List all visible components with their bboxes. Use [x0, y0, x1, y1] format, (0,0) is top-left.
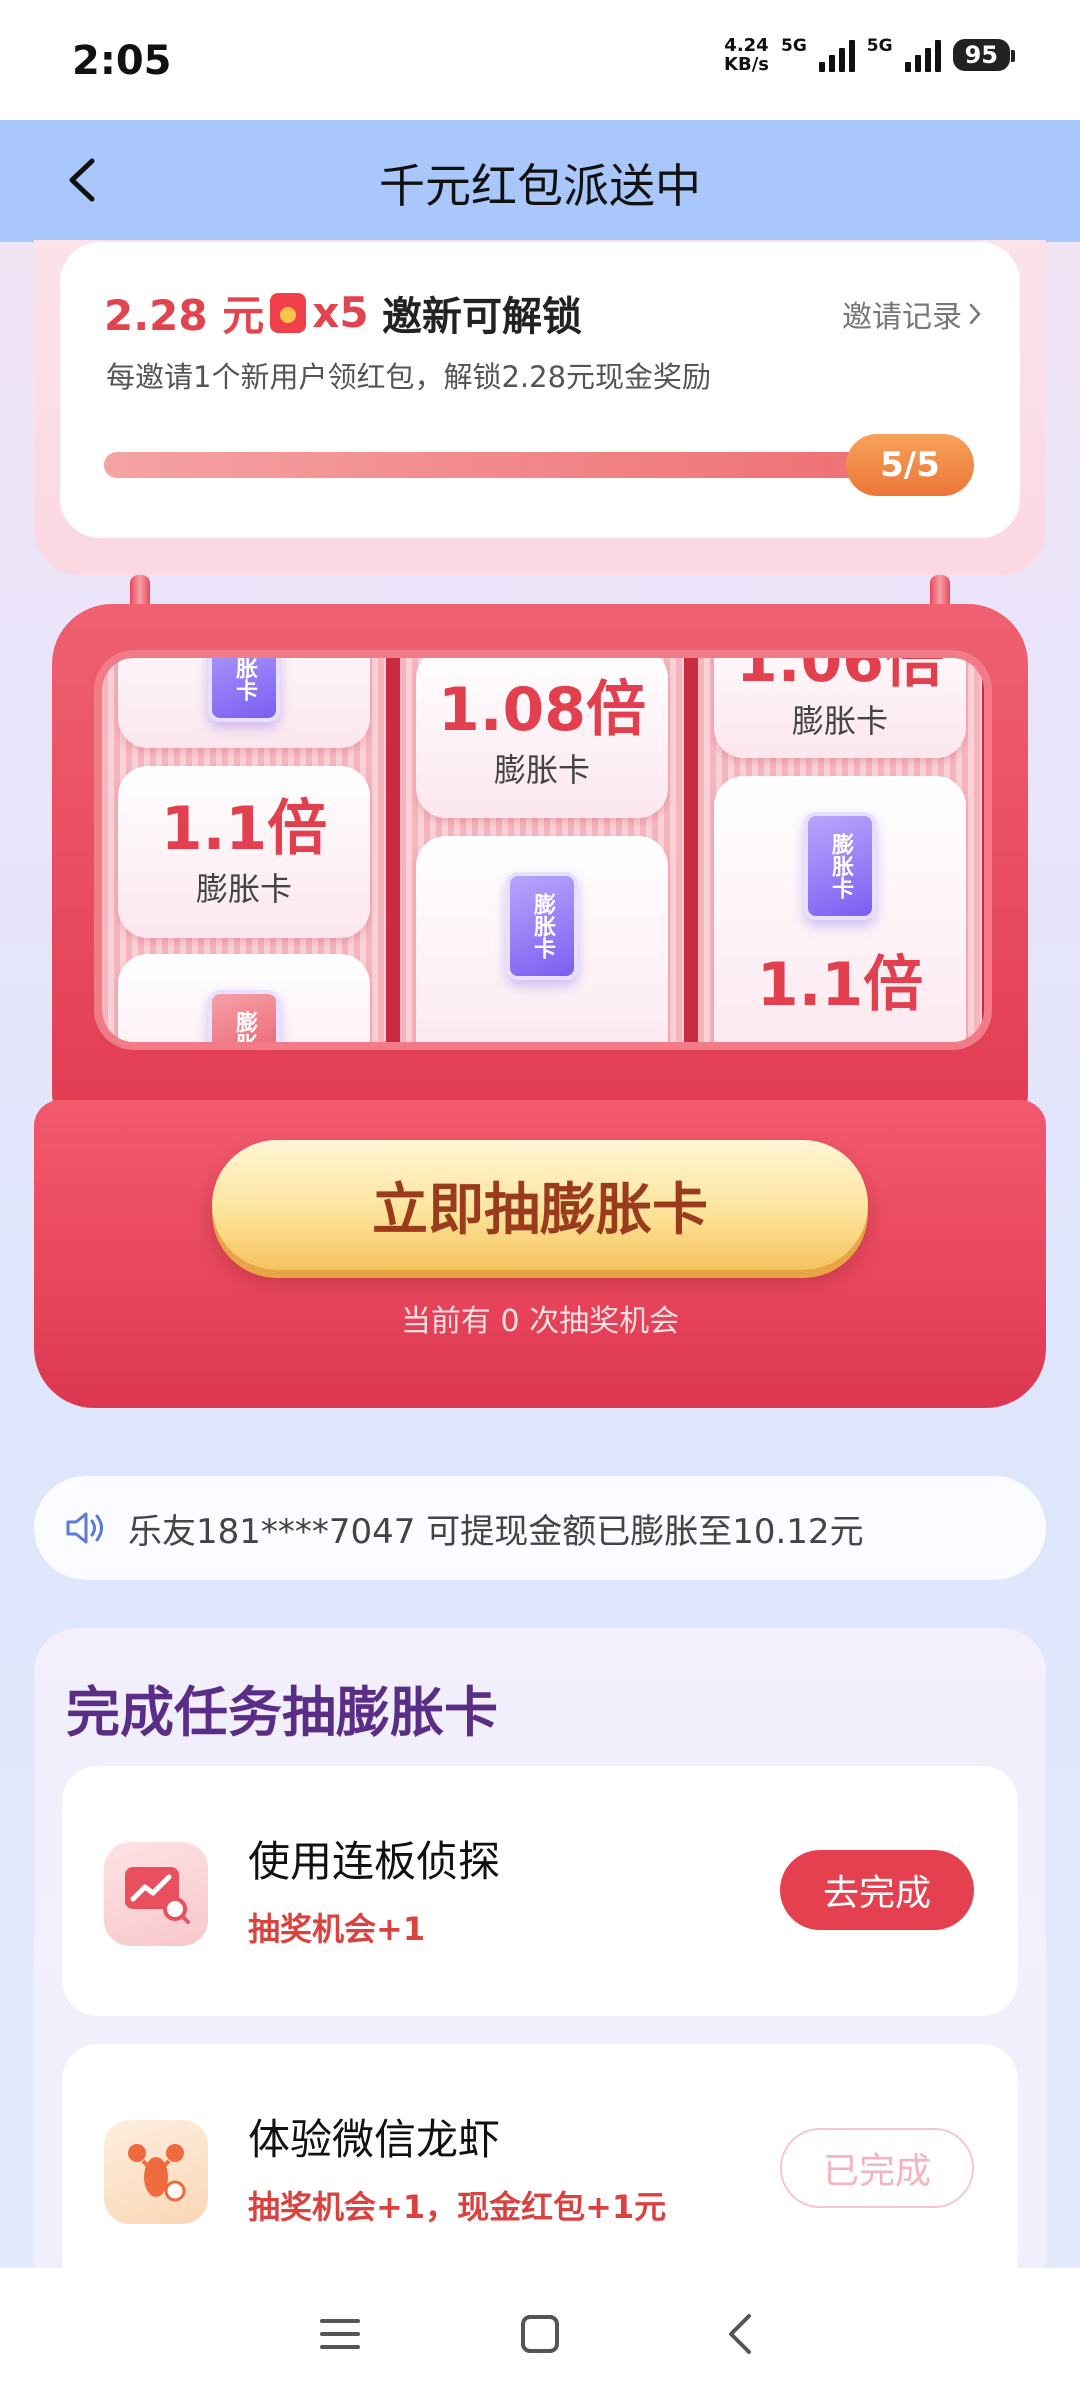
- reel-tile: 膨胀卡 1.1倍: [714, 776, 966, 1042]
- slot-reel-2: 1.08倍 膨胀卡 膨胀卡: [400, 658, 684, 1042]
- network-speed-unit: KB/s: [724, 54, 769, 75]
- system-nav-bar: [0, 2268, 1080, 2400]
- slot-machine-window: 膨胀卡 1.1倍 膨胀卡 膨胀卡 1.08倍 膨胀卡 膨胀卡 1.06倍 膨胀卡…: [94, 650, 992, 1050]
- draw-card-button[interactable]: 立即抽膨胀卡: [212, 1140, 868, 1270]
- invite-progress-badge: 5/5: [846, 434, 974, 496]
- menu-icon: [320, 2319, 360, 2349]
- back-icon: [729, 2314, 751, 2354]
- invite-progress-bar: [104, 452, 954, 478]
- reel-tile: 1.06倍 膨胀卡: [714, 658, 966, 758]
- invite-multiplier: x5: [312, 288, 369, 337]
- invite-record-label: 邀请记录: [842, 300, 962, 335]
- page-title: 千元红包派送中: [379, 159, 701, 213]
- announcement-ticker: 乐友181****7047 可提现金额已膨胀至10.12元: [34, 1476, 1046, 1580]
- tile-multiplier: 1.1倍: [160, 794, 328, 864]
- invite-title: 邀新可解锁: [382, 294, 582, 340]
- invite-progress-fill: [104, 452, 954, 478]
- speaker-icon: [66, 1512, 103, 1544]
- tile-multiplier: 1.08倍: [437, 675, 647, 745]
- page-header: 千元红包派送中: [0, 120, 1080, 242]
- network-speed-value: 4.24: [724, 35, 769, 56]
- tile-multiplier: 1.06倍: [735, 658, 945, 696]
- reel-tile: 1.08倍 膨胀卡: [416, 658, 668, 818]
- tile-label: 膨胀卡: [195, 870, 292, 908]
- lobster-icon: [104, 2120, 208, 2224]
- menu-button[interactable]: [310, 2304, 370, 2364]
- tile-label: 膨胀卡: [791, 702, 888, 740]
- reel-tile: 膨胀卡: [416, 836, 668, 1042]
- nav-back-button[interactable]: [710, 2304, 770, 2364]
- task-item: 使用连板侦探 抽奖机会+1 去完成: [62, 1766, 1018, 2016]
- home-button[interactable]: [510, 2304, 570, 2364]
- battery-icon: 95: [952, 39, 1016, 71]
- task-item: 体验微信龙虾 抽奖机会+1，现金红包+1元 已完成: [62, 2044, 1018, 2294]
- task-reward: 抽奖机会+1，现金红包+1元: [248, 2188, 667, 2226]
- invite-reward: 2.28 元 x5: [104, 282, 369, 343]
- reel-divider: [386, 658, 400, 1042]
- reel-tile: 膨胀卡: [118, 954, 370, 1042]
- invite-record-link[interactable]: 邀请记录: [842, 292, 982, 336]
- task-reward: 抽奖机会+1: [248, 1910, 426, 1948]
- task-go-button[interactable]: 去完成: [780, 1850, 974, 1930]
- signal-icon: [904, 38, 941, 72]
- slot-reel-3: 1.06倍 膨胀卡 膨胀卡 1.1倍: [698, 658, 982, 1042]
- network-type-2: 5G: [866, 36, 893, 56]
- status-bar: 2:05 4.24 KB/s 5G 5G 95: [0, 0, 1080, 120]
- chevron-right-icon: [969, 303, 981, 325]
- invite-amount: 2.28 元: [104, 291, 265, 340]
- invite-card: 2.28 元 x5 邀新可解锁 邀请记录 每邀请1个新用户领红包，解锁2.28元…: [60, 242, 1020, 538]
- network-speed: 4.24 KB/s: [724, 36, 769, 74]
- reel-tile: 1.1倍 膨胀卡: [118, 766, 370, 938]
- expansion-card-icon: 膨胀卡: [208, 990, 280, 1042]
- expansion-card-icon: 膨胀卡: [804, 812, 876, 920]
- tile-multiplier: 1.1倍: [756, 950, 924, 1020]
- status-time: 2:05: [72, 38, 172, 84]
- red-packet-icon: [270, 292, 307, 333]
- slot-reel-1: 膨胀卡 1.1倍 膨胀卡 膨胀卡: [102, 658, 386, 1042]
- announcement-text: 乐友181****7047 可提现金额已膨胀至10.12元: [128, 1511, 864, 1552]
- invite-description: 每邀请1个新用户领红包，解锁2.28元现金奖励: [106, 360, 712, 394]
- draw-chance-text: 当前有 0 次抽奖机会: [400, 1304, 680, 1339]
- expansion-card-icon: 膨胀卡: [506, 872, 578, 980]
- signal-icon: [818, 38, 855, 72]
- task-done-button[interactable]: 已完成: [780, 2128, 974, 2208]
- reel-tile: 膨胀卡: [118, 658, 370, 748]
- task-section-title: 完成任务抽膨胀卡: [66, 1681, 498, 1744]
- task-name: 体验微信龙虾: [248, 2115, 501, 2164]
- expansion-card-icon: 膨胀卡: [208, 658, 280, 722]
- network-type-1: 5G: [781, 36, 807, 56]
- reel-divider: [684, 658, 698, 1042]
- task-name: 使用连板侦探: [248, 1837, 501, 1886]
- status-indicators: 4.24 KB/s 5G 5G 95: [724, 36, 1016, 74]
- tile-label: 膨胀卡: [493, 751, 590, 789]
- home-square-icon: [521, 2315, 559, 2353]
- chart-search-icon: [104, 1842, 208, 1946]
